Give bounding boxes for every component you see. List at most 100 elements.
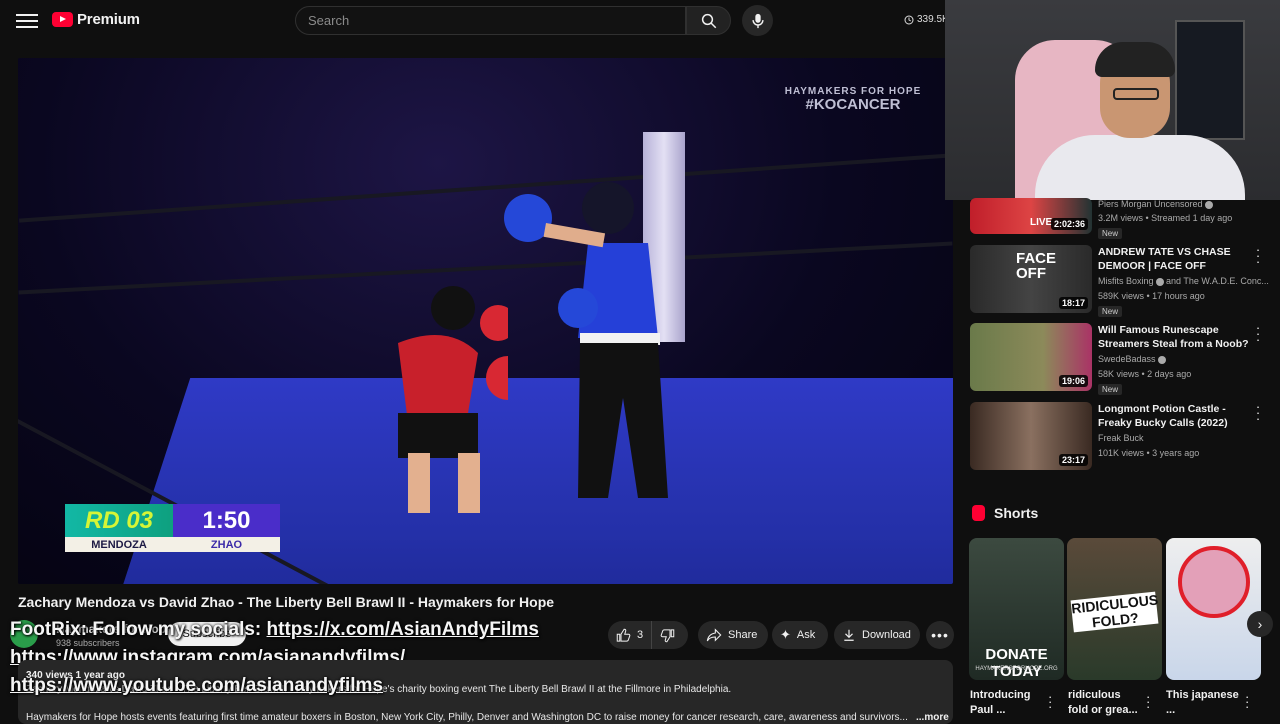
like-count: 3 (637, 629, 644, 641)
more-vertical-icon[interactable]: · · · (1048, 690, 1052, 713)
fighter-red-shape (398, 286, 508, 513)
new-badge: New (1098, 306, 1123, 317)
round-label: RD 03 (65, 504, 173, 537)
download-label: Download (862, 629, 911, 641)
channel-extra: and The W.A.D.E. Conc... (1166, 276, 1269, 286)
short-thumb-text: RIDICULOUS FOLD? (1070, 591, 1159, 633)
webcam-glasses (1113, 88, 1159, 100)
share-icon (706, 628, 722, 642)
search-button[interactable] (686, 6, 731, 35)
streamer-webcam (945, 0, 1280, 200)
more-vertical-icon[interactable]: · · · (1254, 243, 1262, 268)
video-duration: 18:17 (1058, 297, 1088, 309)
overlay-line-3: https://www.youtube.com/asianandyfilms (10, 675, 383, 697)
overlay-x-link: https://x.com/AsianAndyFilms (266, 619, 539, 640)
short-thumb-subtext: HAYMAKERSFORHOPE.ORG (975, 666, 1058, 672)
short-title[interactable]: ridiculous fold or grea... (1068, 688, 1143, 718)
sparkle-icon: ✦ (780, 627, 791, 642)
shorts-icon (972, 505, 985, 521)
more-vertical-icon[interactable]: · · · (1254, 321, 1262, 346)
recommendation-item[interactable]: LIVE 2:02:36 Piers Morgan Uncensored 3.2… (970, 198, 1270, 244)
verified-icon (1204, 200, 1213, 209)
video-duration: 2:02:36 (1050, 218, 1088, 230)
scoreboard: RD 03 1:50 MENDOZA ZHAO (65, 504, 280, 552)
thumbnail-text: FACE OFF (1016, 250, 1057, 282)
fighter2-name: ZHAO (173, 537, 280, 552)
sponsor-hashtag: #KOCANCER (805, 96, 901, 113)
search-icon (701, 13, 716, 28)
youtube-premium-logo[interactable]: Premium (52, 11, 140, 28)
more-vertical-icon[interactable]: · · · (1254, 400, 1262, 425)
video-title[interactable]: Longmont Potion Castle - Freaky Bucky Ca… (1098, 402, 1253, 430)
viewer-count-text: 339.5K (917, 14, 949, 25)
more-vertical-icon[interactable]: · · · (1146, 690, 1150, 713)
search-input[interactable]: Search (295, 6, 686, 35)
sponsor-watermark: HAYMAKERS FOR HOPE #KOCANCER (778, 86, 928, 114)
video-thumbnail[interactable]: 19:06 (970, 323, 1092, 391)
short-face-circle (1178, 546, 1250, 618)
video-title[interactable]: ANDREW TATE VS CHASE DEMOOR | FACE OFF (1098, 245, 1253, 273)
share-button[interactable]: Share (698, 621, 768, 649)
video-meta: 58K views • 2 days ago (1098, 369, 1192, 379)
thumbs-up-icon (616, 628, 631, 642)
shorts-heading: Shorts (994, 505, 1039, 521)
recommendation-item[interactable]: 19:06 Will Famous Runescape Streamers St… (970, 321, 1270, 395)
round-timer: 1:50 (173, 504, 280, 537)
download-button[interactable]: Download (834, 621, 920, 649)
video-meta: 3.2M views • Streamed 1 day ago (1098, 213, 1233, 223)
dislike-button[interactable] (651, 621, 683, 649)
like-button[interactable]: 3 (608, 621, 651, 649)
fighter1-name: MENDOZA (65, 537, 173, 552)
recommendation-item[interactable]: FACE OFF 18:17 ANDREW TATE VS CHASE DEMO… (970, 243, 1270, 317)
video-channel: Misfits Boxing and The W.A.D.E. Conc... (1098, 276, 1269, 286)
webcam-shirt (1035, 135, 1245, 200)
search-placeholder: Search (308, 13, 350, 28)
video-duration: 23:17 (1058, 454, 1088, 466)
short-title[interactable]: This japanese ... (1166, 688, 1241, 718)
video-thumbnail[interactable]: 23:17 (970, 402, 1092, 470)
more-vertical-icon[interactable]: · · · (1245, 690, 1249, 713)
verified-icon (1157, 355, 1166, 364)
like-dislike-group: 3 (608, 621, 688, 649)
ask-label: Ask (796, 629, 816, 641)
video-channel: Freak Buck (1098, 433, 1144, 443)
new-badge: New (1098, 228, 1123, 239)
overlay-youtube-link: https://www.youtube.com/asianandyfilms (10, 675, 384, 696)
short-thumbnail[interactable] (1166, 538, 1261, 680)
video-title: Zachary Mendoza vs David Zhao - The Libe… (18, 594, 555, 610)
short-thumbnail[interactable]: RIDICULOUS FOLD? (1067, 538, 1162, 680)
recommendation-item[interactable]: 23:17 Longmont Potion Castle - Freaky Bu… (970, 400, 1270, 472)
webcam-hair (1095, 42, 1175, 77)
more-horizontal-icon: ••• (931, 627, 949, 643)
thumbs-down-icon (660, 628, 675, 642)
video-thumbnail[interactable]: LIVE 2:02:36 (970, 198, 1092, 234)
youtube-logo-icon (52, 12, 73, 27)
short-thumbnail[interactable]: DONATE TODAY HAYMAKERSFORHOPE.ORG (969, 538, 1064, 680)
clock-icon (904, 15, 914, 24)
voice-search-button[interactable] (742, 5, 773, 36)
download-icon (844, 629, 854, 641)
short-title[interactable]: Introducing Paul ... (970, 688, 1045, 718)
description-line-2: Haymakers for Hope hosts events featurin… (26, 712, 908, 723)
new-badge: New (1098, 384, 1123, 395)
webcam-fridge (1175, 20, 1245, 140)
shorts-next-button[interactable]: › (1247, 611, 1273, 637)
verified-icon (1155, 277, 1164, 286)
overlay-prefix: FootRix: Follow my socials: (10, 619, 267, 640)
more-actions-button[interactable]: ••• (926, 621, 954, 649)
ask-button[interactable]: ✦ Ask (772, 621, 828, 649)
short-thumb-text: DONATE TODAY (985, 646, 1048, 680)
share-label: Share (728, 629, 758, 641)
description-more-link[interactable]: ...more (916, 712, 949, 723)
video-meta: 101K views • 3 years ago (1098, 448, 1200, 458)
fighter-blue-shape (504, 182, 668, 498)
video-title[interactable]: Will Famous Runescape Streamers Steal fr… (1098, 323, 1253, 351)
live-badge: LIVE (1030, 217, 1053, 228)
video-meta: 589K views • 17 hours ago (1098, 291, 1205, 301)
viewer-count: 339.5K (904, 14, 949, 25)
menu-icon[interactable] (16, 10, 38, 32)
video-player[interactable]: HAYMAKERS FOR HOPE #KOCANCER RD 03 1:50 … (18, 58, 953, 584)
video-thumbnail[interactable]: FACE OFF 18:17 (970, 245, 1092, 313)
channel-label: Piers Morgan Uncensored (1098, 199, 1203, 209)
video-channel: SwedeBadass (1098, 354, 1166, 364)
